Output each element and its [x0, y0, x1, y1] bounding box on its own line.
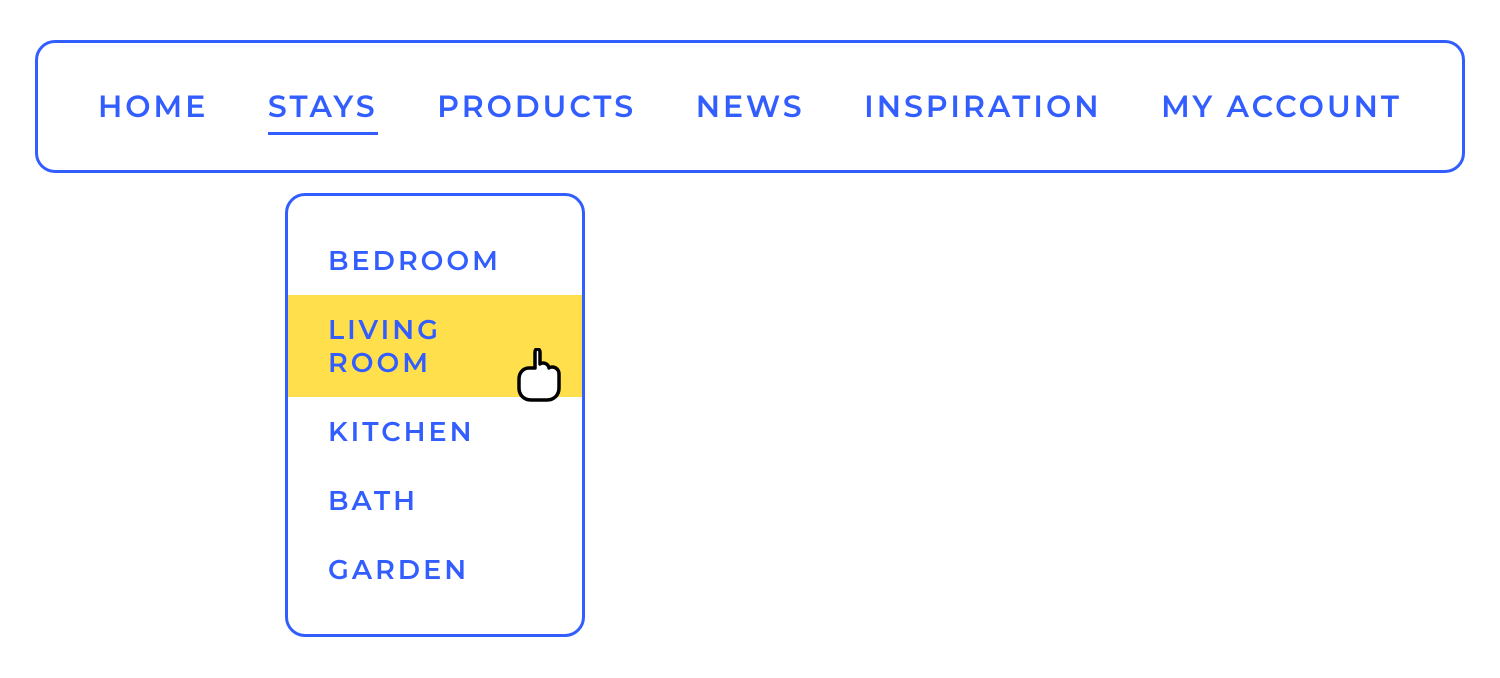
nav-item-stays[interactable]: STAYS: [268, 88, 378, 125]
nav-item-home[interactable]: HOME: [98, 88, 208, 125]
dropdown-item-bedroom[interactable]: BEDROOM: [288, 226, 582, 295]
nav-item-inspiration[interactable]: INSPIRATION: [864, 88, 1101, 125]
stays-dropdown: BEDROOM LIVING ROOM KITCHEN BATH GARDEN: [285, 193, 585, 637]
dropdown-item-kitchen[interactable]: KITCHEN: [288, 397, 582, 466]
dropdown-container: BEDROOM LIVING ROOM KITCHEN BATH GARDEN: [285, 193, 585, 637]
main-navbar: HOME STAYS PRODUCTS NEWS INSPIRATION MY …: [35, 40, 1465, 173]
dropdown-item-living-room[interactable]: LIVING ROOM: [288, 295, 582, 397]
dropdown-item-bath[interactable]: BATH: [288, 466, 582, 535]
nav-item-products[interactable]: PRODUCTS: [437, 88, 636, 125]
dropdown-item-garden[interactable]: GARDEN: [288, 535, 582, 604]
nav-item-news[interactable]: NEWS: [696, 88, 805, 125]
nav-item-my-account[interactable]: MY ACCOUNT: [1161, 88, 1402, 125]
